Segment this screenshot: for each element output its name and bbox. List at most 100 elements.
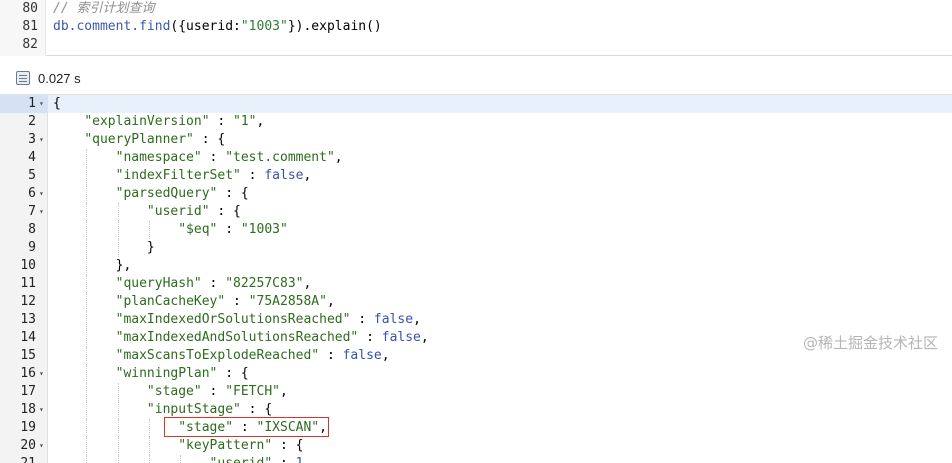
line-number: 7	[28, 204, 36, 219]
fold-chevron-icon[interactable]: ▾	[39, 437, 44, 455]
result-line[interactable]: 5 "indexFilterSet" : false,	[0, 167, 952, 185]
indent-guide	[148, 419, 150, 437]
indent-guide	[148, 221, 150, 239]
indent-guide	[86, 221, 88, 239]
indent-guide	[86, 311, 88, 329]
indent-guide	[86, 455, 88, 463]
indent-guide	[148, 455, 150, 463]
timer-icon	[16, 71, 30, 85]
line-number: 19	[20, 420, 36, 435]
result-line[interactable]: 3 ▾ "queryPlanner" : {	[0, 131, 952, 149]
result-line[interactable]: 6 ▾ "parsedQuery" : {	[0, 185, 952, 203]
indent-guide	[86, 167, 88, 185]
fold-chevron-icon[interactable]: ▾	[39, 185, 44, 203]
result-line[interactable]: 10 },	[0, 257, 952, 275]
line-number: 5	[28, 168, 36, 183]
status-bar: 0.027 s	[0, 63, 952, 93]
json-code: "planCacheKey" : "75A2858A",	[115, 294, 335, 309]
result-line[interactable]: 4 "namespace" : "test.comment",	[0, 149, 952, 167]
result-line[interactable]: 1 ▾ {	[0, 95, 952, 113]
result-line[interactable]: 19 "stage" : "IXSCAN",	[0, 419, 952, 437]
json-code: {	[53, 96, 61, 111]
fold-chevron-icon[interactable]: ▾	[39, 401, 44, 419]
indent-guide	[148, 437, 150, 455]
result-line[interactable]: 18 ▾ "inputStage" : {	[0, 401, 952, 419]
fold-chevron-icon[interactable]: ▾	[39, 95, 44, 113]
line-number: 6	[28, 186, 36, 201]
line-number: 2	[28, 114, 36, 129]
json-code: "parsedQuery" : {	[115, 186, 249, 201]
result-line[interactable]: 2 "explainVersion" : "1",	[0, 113, 952, 131]
line-number: 14	[20, 330, 36, 345]
indent-guide	[86, 275, 88, 293]
indent-guide	[86, 257, 88, 275]
json-code: "userid" : {	[146, 204, 241, 219]
indent-guide	[86, 419, 88, 437]
indent-guide	[117, 437, 119, 455]
json-code: "userid" : 1	[53, 455, 304, 463]
elapsed-time: 0.027 s	[38, 71, 81, 86]
json-code: "maxIndexedAndSolutionsReached" : false,	[115, 330, 429, 345]
editor-line[interactable]: 80 // 索引计划查询	[0, 0, 952, 18]
result-viewer[interactable]: 1 ▾{2 "explainVersion" : "1", 3 ▾ "queryPla…	[0, 94, 952, 463]
json-code: "keyPattern" : {	[178, 438, 304, 453]
editor-code: // 索引计划查询	[53, 1, 155, 16]
line-number: 15	[20, 348, 36, 363]
fold-chevron-icon[interactable]: ▾	[39, 203, 44, 221]
result-line[interactable]: 8 "$eq" : "1003"	[0, 221, 952, 239]
result-line[interactable]: 20 ▾ "keyPattern" : {	[0, 437, 952, 455]
result-line[interactable]: 17 "stage" : "FETCH",	[0, 383, 952, 401]
indent-guide	[180, 455, 182, 463]
indent-guide	[117, 401, 119, 419]
indent-guide	[117, 455, 119, 463]
line-number: 12	[20, 294, 36, 309]
json-code: "$eq" : "1003"	[178, 222, 288, 237]
result-line[interactable]: 9 }	[0, 239, 952, 257]
line-number: 4	[28, 150, 36, 165]
line-number: 82	[22, 37, 38, 52]
result-line[interactable]: 7 ▾ "userid" : {	[0, 203, 952, 221]
fold-chevron-icon[interactable]: ▾	[39, 365, 44, 383]
json-code: }	[53, 240, 155, 255]
line-number: 81	[22, 19, 38, 34]
result-line[interactable]: 11 "queryHash" : "82257C83",	[0, 275, 952, 293]
indent-guide	[117, 383, 119, 401]
indent-guide	[86, 185, 88, 203]
line-number: 21	[0, 455, 36, 463]
json-code: "stage" : "FETCH",	[146, 384, 288, 399]
line-number: 18	[20, 402, 36, 417]
json-code: },	[53, 258, 132, 273]
indent-guide	[117, 419, 119, 437]
result-line[interactable]: 16 ▾ "winningPlan" : {	[0, 365, 952, 383]
json-code: "maxScansToExplodeReached" : false,	[115, 348, 390, 363]
line-number: 1	[28, 96, 36, 111]
line-number: 9	[28, 240, 36, 255]
query-editor[interactable]: 80 // 索引计划查询 81 db.comment.find({userid:"10…	[0, 0, 952, 56]
result-line[interactable]: 21 "userid" : 1	[0, 455, 952, 463]
indent-guide	[86, 437, 88, 455]
json-code: "namespace" : "test.comment",	[115, 150, 343, 165]
editor-code: db.comment.find({userid:"1003"}).explain…	[53, 19, 382, 34]
line-number: 16	[20, 366, 36, 381]
json-code: "indexFilterSet" : false,	[115, 168, 312, 183]
indent-guide	[86, 293, 88, 311]
fold-chevron-icon[interactable]: ▾	[39, 131, 44, 149]
indent-guide	[117, 203, 119, 221]
indent-guide	[117, 239, 119, 257]
line-number: 80	[22, 1, 38, 16]
result-line[interactable]: 12 "planCacheKey" : "75A2858A",	[0, 293, 952, 311]
editor-line[interactable]: 82	[0, 36, 952, 54]
indent-guide	[86, 365, 88, 383]
indent-guide	[86, 329, 88, 347]
line-number: 10	[20, 258, 36, 273]
json-code: "queryHash" : "82257C83",	[115, 276, 312, 291]
result-line[interactable]: 13 "maxIndexedOrSolutionsReached" : fals…	[0, 311, 952, 329]
json-code: "maxIndexedOrSolutionsReached" : false,	[115, 312, 421, 327]
indent-guide	[86, 347, 88, 365]
line-number: 20	[20, 438, 36, 453]
line-number: 8	[28, 222, 36, 237]
line-number: 13	[20, 312, 36, 327]
indent-guide	[86, 239, 88, 257]
line-number: 11	[20, 276, 36, 291]
editor-line[interactable]: 81 db.comment.find({userid:"1003"}).expla…	[0, 18, 952, 36]
